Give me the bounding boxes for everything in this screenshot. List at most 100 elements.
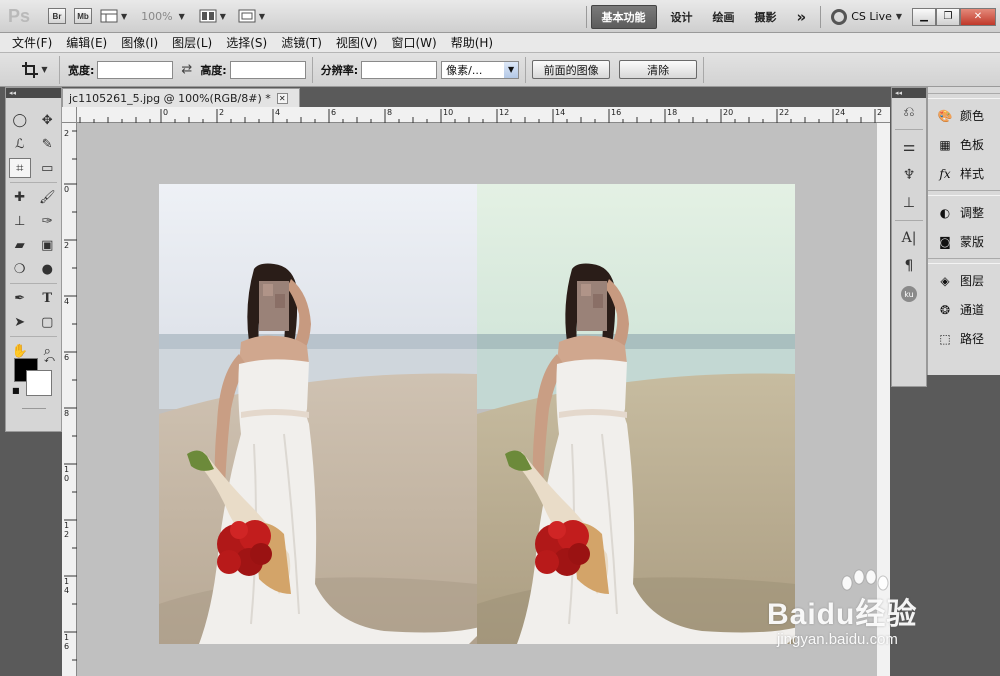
resolution-field[interactable] bbox=[361, 60, 438, 79]
quick-select-tool-icon[interactable]: ✎ bbox=[36, 134, 58, 154]
workspace-switcher: 基本功能 设计 绘画 摄影 » CS Live ▼ ▁ ❐ ✕ bbox=[582, 0, 1000, 33]
clear-button[interactable]: 清除 bbox=[619, 60, 698, 79]
tool-presets-panel-icon[interactable]: ⊥ bbox=[892, 189, 926, 217]
character-panel-icon[interactable]: A| bbox=[892, 224, 926, 252]
panel-paths[interactable]: ⬚ 路径 bbox=[928, 324, 1000, 353]
path-select-tool-icon[interactable]: ➤ bbox=[9, 312, 31, 332]
ruler-label: 6 bbox=[64, 353, 70, 362]
background-color-swatch[interactable] bbox=[26, 370, 52, 396]
pen-tool-icon[interactable]: ✒ bbox=[9, 288, 31, 308]
kuler-panel-icon[interactable]: ku bbox=[892, 280, 926, 308]
eraser-tool-icon[interactable]: ▰ bbox=[9, 235, 31, 255]
panel-styles[interactable]: fx 样式 bbox=[928, 159, 1000, 188]
healing-brush-tool-icon[interactable]: ✚ bbox=[9, 187, 31, 207]
swap-colors-icon[interactable]: ⤺ bbox=[44, 354, 55, 365]
shape-tool-icon[interactable]: ▢ bbox=[36, 312, 58, 332]
ruler-label: 16 bbox=[611, 108, 622, 117]
menu-view[interactable]: 视图(V) bbox=[336, 34, 378, 51]
panel-channels[interactable]: ❂ 通道 bbox=[928, 295, 1000, 324]
watermark-url: jingyan.baidu.com bbox=[777, 631, 898, 648]
move-tool-icon[interactable]: ✥ bbox=[36, 110, 58, 130]
history-panel-icon[interactable]: ⎌ bbox=[892, 98, 926, 126]
marquee-tool-icon[interactable]: ◯ bbox=[9, 110, 31, 130]
chevron-down-icon: ▼ bbox=[895, 12, 902, 21]
gradient-tool-icon[interactable]: ▣ bbox=[36, 235, 58, 255]
type-tool-icon[interactable]: T bbox=[36, 288, 58, 308]
view-extras-button[interactable]: ▼ bbox=[100, 6, 127, 26]
blur-tool-icon[interactable]: ❍ bbox=[9, 259, 31, 279]
panel-paths-label: 路径 bbox=[960, 332, 985, 346]
vertical-ruler[interactable]: 2 0 2 4 6 8 1 0 1 2 1 4 1 6 bbox=[62, 123, 77, 676]
cs-live-button[interactable]: CS Live ▼ bbox=[831, 8, 902, 25]
menu-filter[interactable]: 滤镜(T) bbox=[281, 34, 322, 51]
tools-panel: ◂◂ ◯ ✥ ℒ ✎ ⌗ ▭ ✚ 🖌 ⊥ ✑ ▰ ▣ ❍ ● ✒ T ➤ ▢ ✋ ⌕ ⤺ ■ bbox=[5, 87, 62, 432]
arrange-documents-button[interactable]: ▼ bbox=[199, 6, 226, 26]
ruler-label: 4 bbox=[275, 108, 281, 117]
divider bbox=[311, 56, 313, 83]
options-bar: ▼ 宽度: ⇄ 高度: 分辨率: 像素/... ▼ 前面的图像 清除 bbox=[0, 53, 1000, 87]
ruler-label: 1 4 bbox=[64, 577, 70, 595]
front-image-button[interactable]: 前面的图像 bbox=[532, 60, 611, 79]
horizontal-ruler[interactable]: 0 2 4 6 8 10 12 14 16 18 20 22 24 2 bbox=[77, 107, 890, 123]
bridge-button[interactable]: Br bbox=[48, 6, 66, 26]
paragraph-panel-icon[interactable]: ¶ bbox=[892, 252, 926, 280]
dodge-tool-icon[interactable]: ● bbox=[36, 259, 58, 279]
clone-source-panel-icon[interactable]: ♆ bbox=[892, 161, 926, 189]
panel-layers[interactable]: ◈ 图层 bbox=[928, 266, 1000, 295]
chevron-down-icon[interactable]: ▼ bbox=[179, 12, 185, 21]
menu-select[interactable]: 选择(S) bbox=[226, 34, 267, 51]
ruler-label: 2 bbox=[219, 108, 225, 117]
brush-presets-panel-icon[interactable]: ⚌ bbox=[892, 133, 926, 161]
window-controls: ▁ ❐ ✕ bbox=[912, 7, 996, 26]
workspace-design[interactable]: 设计 bbox=[661, 6, 703, 28]
resolution-unit-select[interactable]: 像素/... ▼ bbox=[441, 60, 520, 79]
restore-button[interactable]: ❐ bbox=[936, 7, 960, 26]
minimize-button[interactable]: ▁ bbox=[912, 7, 936, 26]
panel-adjustments-label: 调整 bbox=[960, 206, 985, 220]
width-field[interactable] bbox=[97, 60, 174, 79]
zoom-level[interactable]: 100% bbox=[141, 10, 172, 23]
watermark-brand: Baidu经验 bbox=[767, 598, 918, 631]
screen-mode-button[interactable]: ▼ bbox=[238, 6, 265, 26]
close-button[interactable]: ✕ bbox=[960, 7, 996, 26]
menu-layer[interactable]: 图层(L) bbox=[172, 34, 212, 51]
adjusted-photo bbox=[477, 184, 795, 644]
panel-swatches[interactable]: ▦ 色板 bbox=[928, 130, 1000, 159]
ruler-label: 1 6 bbox=[64, 633, 70, 651]
panel-masks-label: 蒙版 bbox=[960, 235, 985, 249]
ruler-label: 22 bbox=[779, 108, 790, 117]
workspace-photography[interactable]: 摄影 bbox=[745, 6, 787, 28]
ruler-label: 1 2 bbox=[64, 521, 70, 539]
height-field[interactable] bbox=[229, 60, 306, 79]
ruler-label: 1 0 bbox=[64, 465, 70, 483]
panel-collapse-icon[interactable]: ◂◂ bbox=[892, 88, 926, 98]
ruler-origin[interactable] bbox=[62, 107, 77, 123]
workspace-painting[interactable]: 绘画 bbox=[703, 6, 745, 28]
ruler-label: 0 bbox=[64, 185, 70, 194]
history-brush-tool-icon[interactable]: ✑ bbox=[36, 211, 58, 231]
menu-edit[interactable]: 编辑(E) bbox=[66, 34, 107, 51]
mini-bridge-button[interactable]: Mb bbox=[74, 6, 92, 26]
ruler-tool-icon[interactable]: ▭ bbox=[36, 158, 58, 178]
panel-adjustments[interactable]: ◐ 调整 bbox=[928, 198, 1000, 227]
menu-file[interactable]: 文件(F) bbox=[12, 34, 52, 51]
default-colors-icon[interactable]: ■ bbox=[12, 386, 20, 395]
menu-window[interactable]: 窗口(W) bbox=[391, 34, 436, 51]
brush-tool-icon[interactable]: 🖌 bbox=[36, 187, 58, 207]
menu-help[interactable]: 帮助(H) bbox=[451, 34, 493, 51]
panel-color[interactable]: 🎨 颜色 bbox=[928, 101, 1000, 130]
stamp-tool-icon[interactable]: ⊥ bbox=[9, 211, 31, 231]
swap-dimensions-icon[interactable]: ⇄ bbox=[181, 62, 192, 77]
panel-masks[interactable]: ◙ 蒙版 bbox=[928, 227, 1000, 256]
tool-preset-picker[interactable]: ▼ bbox=[10, 55, 60, 84]
more-workspaces-button[interactable]: » bbox=[787, 5, 817, 29]
crop-tool-icon[interactable]: ⌗ bbox=[8, 158, 31, 178]
arrange-documents-icon bbox=[199, 9, 217, 23]
close-document-icon[interactable]: ✕ bbox=[276, 92, 288, 104]
lasso-tool-icon[interactable]: ℒ bbox=[9, 134, 31, 154]
document-image[interactable] bbox=[159, 184, 795, 644]
document-tab[interactable]: jc1105261_5.jpg @ 100%(RGB/8#) * ✕ bbox=[62, 88, 300, 107]
workspace-essentials[interactable]: 基本功能 bbox=[590, 4, 657, 29]
menu-image[interactable]: 图像(I) bbox=[121, 34, 158, 51]
panel-collapse-icon[interactable]: ◂◂ bbox=[6, 88, 61, 98]
